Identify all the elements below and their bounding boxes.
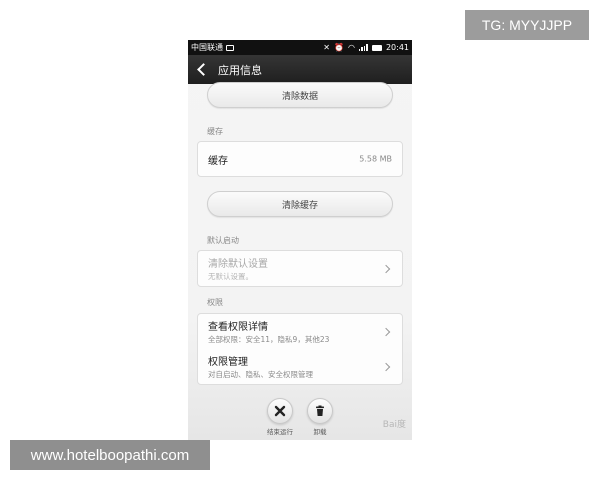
app-bar: 应用信息: [188, 55, 412, 84]
stop-app-label: 结束运行: [267, 428, 293, 436]
trash-icon[interactable]: [307, 398, 333, 424]
clear-defaults-row[interactable]: 清除默认设置 无默认设置。: [198, 251, 402, 286]
chevron-left-icon[interactable]: [197, 63, 210, 76]
permission-manage-subtitle: 对自启动、隐私、安全权限管理: [208, 370, 313, 379]
permission-details-title: 查看权限详情: [208, 322, 268, 333]
page-title: 应用信息: [218, 63, 262, 77]
close-x-glyph: [274, 405, 286, 417]
clear-cache-label: 清除缓存: [281, 200, 318, 211]
cache-row-title: 缓存: [208, 155, 228, 167]
cache-section-label: 缓存: [207, 127, 223, 136]
baidu-watermark-logo: Bai度: [382, 420, 406, 430]
alarm-icon: ⏰: [333, 43, 344, 52]
clear-data-button[interactable]: 清除数据: [207, 82, 393, 108]
stop-app-action[interactable]: 结束运行: [260, 398, 300, 436]
tg-watermark: TG: MYYJJPP: [465, 10, 589, 40]
wifi-icon: ◠: [347, 43, 355, 52]
permissions-section-label: 权限: [207, 298, 223, 307]
cache-size-value: 5.58 MB: [359, 154, 392, 164]
carrier-name: 中国联通: [191, 43, 223, 52]
permission-details-subtitle: 全部权限：安全11，隐私9，其他23: [208, 335, 330, 344]
cache-row: 缓存 5.58 MB: [198, 142, 402, 176]
cache-card: 缓存 5.58 MB: [197, 141, 403, 177]
permission-manage-row[interactable]: 权限管理 对自启动、隐私、安全权限管理: [198, 349, 402, 384]
clear-defaults-subtitle: 无默认设置。: [208, 272, 253, 281]
uninstall-label: 卸载: [313, 428, 327, 436]
phone-screen: 中国联通 ✕ ⏰ ◠ 20:41 应用信息 清除数据 缓存 缓存 5.58 MB…: [188, 40, 412, 440]
mute-icon: ✕: [323, 43, 330, 52]
status-bar: 中国联通 ✕ ⏰ ◠ 20:41: [188, 40, 412, 55]
clear-defaults-title: 清除默认设置: [208, 259, 268, 270]
default-launch-section-label: 默认启动: [207, 236, 239, 245]
signal-icon: [358, 44, 368, 51]
permissions-card: 查看权限详情 全部权限：安全11，隐私9，其他23 权限管理 对自启动、隐私、安…: [197, 313, 403, 385]
clear-data-label: 清除数据: [281, 91, 318, 102]
uninstall-action[interactable]: 卸载: [300, 398, 340, 436]
trash-glyph: [316, 405, 324, 416]
site-watermark: www.hotelboopathi.com: [10, 440, 210, 470]
clear-cache-button[interactable]: 清除缓存: [207, 191, 393, 217]
permission-manage-title: 权限管理: [208, 357, 248, 368]
clock-time: 20:41: [385, 43, 409, 52]
close-x-icon[interactable]: [267, 398, 293, 424]
image-notification-icon: [226, 44, 234, 51]
battery-icon: [371, 44, 382, 51]
permission-details-row[interactable]: 查看权限详情 全部权限：安全11，隐私9，其他23: [198, 314, 402, 349]
default-launch-card: 清除默认设置 无默认设置。: [197, 250, 403, 287]
